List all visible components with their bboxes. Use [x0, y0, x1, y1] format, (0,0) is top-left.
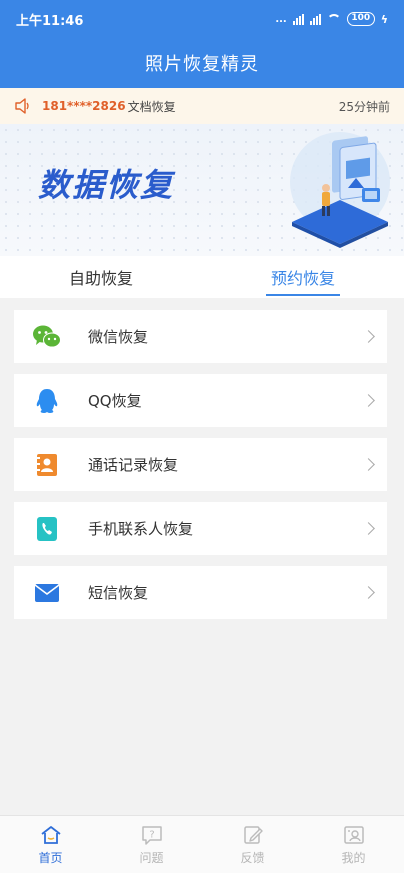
- status-icons: ... 100 ϟ: [275, 12, 388, 26]
- nav-feedback-label: 反馈: [240, 850, 265, 865]
- list-item-call-log-recovery[interactable]: 通话记录恢复: [14, 438, 387, 491]
- qq-icon: [32, 386, 62, 416]
- speaker-icon: [15, 98, 29, 114]
- app-header: 上午11:46 ... 100 ϟ 照片恢复精灵: [0, 0, 404, 88]
- chevron-right-icon: [362, 586, 375, 599]
- nav-feedback[interactable]: 反馈: [202, 816, 303, 873]
- notice-phone-number: 181****2826: [42, 99, 126, 113]
- notice-bar[interactable]: 181****2826 文档恢复 25分钟前: [0, 88, 404, 124]
- item-label: 通话记录恢复: [88, 456, 179, 474]
- notice-time: 25分钟前: [338, 99, 390, 114]
- nav-questions[interactable]: ? 问题: [101, 816, 202, 873]
- battery-icon: 100: [346, 12, 375, 26]
- nav-questions-label: 问题: [139, 850, 164, 865]
- home-icon: [40, 825, 61, 844]
- tab-bar: 自助恢复 预约恢复: [0, 256, 404, 298]
- bottom-navigation: 首页 ? 问题 反馈 我的: [0, 815, 404, 873]
- signal-dots-icon: ...: [275, 13, 287, 25]
- question-icon: ?: [141, 825, 162, 845]
- chevron-right-icon: [362, 458, 375, 471]
- page-title: 照片恢复精灵: [145, 54, 259, 75]
- svg-text:?: ?: [149, 829, 154, 840]
- nav-home-label: 首页: [38, 850, 63, 865]
- profile-icon: [343, 825, 364, 844]
- list-item-sms-recovery[interactable]: 短信恢复: [14, 566, 387, 619]
- signal-icon: [292, 13, 304, 25]
- status-bar: 上午11:46 ... 100 ϟ: [0, 0, 404, 38]
- banner[interactable]: 数据恢复: [0, 124, 404, 256]
- tab-appointment-recovery[interactable]: 预约恢复: [202, 256, 404, 298]
- nav-home[interactable]: 首页: [0, 816, 101, 873]
- wechat-icon: [32, 322, 62, 352]
- nav-profile[interactable]: 我的: [303, 816, 404, 873]
- item-label: 微信恢复: [88, 328, 149, 346]
- charging-icon: ϟ: [380, 12, 388, 26]
- list-item-wechat-recovery[interactable]: 微信恢复: [14, 310, 387, 363]
- chevron-right-icon: [362, 394, 375, 407]
- sms-icon: [32, 578, 62, 608]
- chevron-right-icon: [362, 330, 375, 343]
- banner-title: 数据恢复: [38, 166, 175, 204]
- tab-self-recovery[interactable]: 自助恢复: [0, 256, 202, 298]
- item-label: 短信恢复: [88, 584, 149, 602]
- chevron-right-icon: [362, 522, 375, 535]
- item-label: 手机联系人恢复: [88, 520, 194, 538]
- nav-profile-label: 我的: [341, 850, 366, 865]
- contacts-icon: [32, 514, 62, 544]
- item-label: QQ恢复: [88, 392, 142, 410]
- call-log-icon: [32, 450, 62, 480]
- list-item-contacts-recovery[interactable]: 手机联系人恢复: [14, 502, 387, 555]
- wifi-icon: [326, 14, 341, 24]
- signal-icon-2: [309, 13, 321, 25]
- data-recovery-illustration: [290, 132, 390, 248]
- status-time: 上午11:46: [16, 13, 84, 29]
- feedback-icon: [243, 825, 263, 844]
- list-item-qq-recovery[interactable]: QQ恢复: [14, 374, 387, 427]
- notice-text: 文档恢复: [127, 99, 176, 114]
